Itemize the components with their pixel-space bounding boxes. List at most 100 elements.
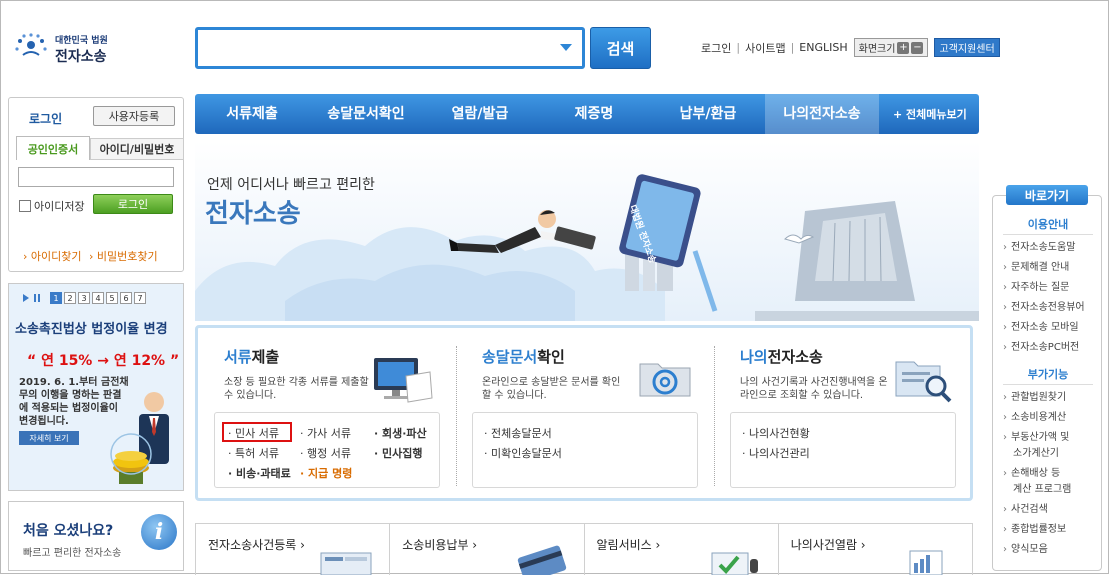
quick-item[interactable]: 전자소송도움말 (1003, 240, 1075, 256)
pager-dot[interactable]: 6 (120, 292, 132, 304)
link-family-documents[interactable]: · 가사 서류 (300, 425, 351, 441)
pause-icon[interactable] (34, 294, 40, 302)
tile-case-registration[interactable]: 전자소송사건등록 › (196, 524, 391, 575)
zoom-out-icon[interactable]: − (911, 41, 924, 54)
link-patent-documents[interactable]: · 특허 서류 (228, 445, 279, 461)
play-icon[interactable] (23, 294, 29, 302)
pager-dot[interactable]: 4 (92, 292, 104, 304)
quick-links-box: 이용안내 전자소송도움말 문제해결 안내 자주하는 질문 전자소송전용뷰어 전자… (992, 195, 1102, 571)
zoom-label: 화면크기 (858, 44, 896, 55)
quick-item[interactable]: 전자소송 모바일 (1003, 320, 1079, 336)
login-title: 로그인 (29, 112, 63, 126)
quick-item[interactable]: 종합법률정보 (1003, 522, 1066, 538)
quick-item[interactable]: 자주하는 질문 (1003, 280, 1069, 296)
link-civil-documents[interactable]: · 민사 서류 (228, 425, 279, 441)
hero-tagline: 언제 어디서나 빠르고 편리한 (207, 177, 375, 193)
link-separator: | (790, 41, 795, 54)
folder-search-icon (895, 361, 952, 403)
hero-title: 전자소송 (205, 199, 301, 229)
calendar-check-icon (711, 552, 758, 575)
link-my-case-status[interactable]: · 나의사건현황 (742, 425, 810, 441)
welcome-subtitle: 빠르고 편리한 전자소송 (23, 548, 122, 559)
pager-dot[interactable]: 1 (50, 292, 62, 304)
quick-item[interactable]: 전자소송전용뷰어 (1003, 300, 1085, 316)
sitemap-link[interactable]: 사이트맵 (745, 40, 785, 56)
pager-dot[interactable]: 5 (106, 292, 118, 304)
link-separator: | (736, 41, 741, 54)
details-button[interactable]: 자세히 보기 (19, 431, 79, 445)
find-password-link[interactable]: › 비밀번호찾기 (89, 248, 158, 264)
document-chart-icon (909, 550, 943, 575)
quick-item-continued[interactable]: 계산 프로그램 (1003, 482, 1071, 498)
nav-delivery-check[interactable]: 송달문서확인 (309, 94, 423, 134)
quick-item[interactable]: 문제해결 안내 (1003, 260, 1069, 276)
quick-item[interactable]: 소송비용계산 (1003, 410, 1066, 426)
nav-my-lawsuit[interactable]: 나의전자소송 (765, 94, 879, 134)
service-my-lawsuit: 나의전자소송 나의 사건기록과 사건진행내역을 온라인으로 조회할 수 있습니다… (714, 328, 972, 498)
link-payment-order[interactable]: · 지급 명령 (300, 465, 352, 481)
login-link[interactable]: 로그인 (701, 40, 731, 56)
quick-item[interactable]: 관할법원찾기 (1003, 390, 1066, 406)
divider (1003, 384, 1093, 385)
service-title[interactable]: 나의전자소송 (740, 346, 823, 367)
computer-document-icon (374, 358, 433, 403)
link-civil-execution[interactable]: · 민사집행 (374, 445, 423, 461)
zoom-control: 화면크기 + − (853, 38, 929, 57)
welcome-box[interactable]: 처음 오셨나요? 빠르고 편리한 전자소송 i (8, 501, 184, 571)
service-title[interactable]: 서류제출 (224, 346, 279, 367)
login-panel: 로그인 사용자등록 공인인증서 아이디/비밀번호 아이디저장 로그인 › 아이디… (8, 97, 184, 272)
nav-certificates[interactable]: 제증명 (537, 94, 651, 134)
quick-item[interactable]: 부동산가액 및 (1003, 430, 1069, 446)
link-unconfirmed-delivered[interactable]: · 미확인송달문서 (484, 445, 562, 461)
pager-dot[interactable]: 7 (134, 292, 146, 304)
certificate-input[interactable] (18, 167, 174, 187)
login-button[interactable]: 로그인 (93, 194, 173, 214)
tile-case-view[interactable]: 나의사건열람 › (779, 524, 972, 575)
court-logo[interactable]: 대한민국 법원 전자소송 (13, 29, 123, 69)
dropdown-arrow-icon[interactable] (560, 44, 572, 51)
support-center-button[interactable]: 고객지원센터 (934, 38, 1000, 57)
zoom-in-icon[interactable]: + (897, 41, 910, 54)
tab-certificate[interactable]: 공인인증서 (16, 136, 90, 160)
tile-fee-payment[interactable]: 소송비용납부 › (390, 524, 585, 575)
search-input[interactable] (198, 30, 548, 64)
quick-item[interactable]: 사건검색 (1003, 502, 1048, 518)
nav-payment-refund[interactable]: 납부/환급 (651, 94, 765, 134)
save-id-label: 아이디저장 (34, 200, 85, 213)
nav-document-submit[interactable]: 서류제출 (195, 94, 309, 134)
businessman-coins-icon (110, 392, 169, 484)
register-button[interactable]: 사용자등록 (93, 106, 175, 126)
quick-item[interactable]: 전자소송PC버전 (1003, 340, 1079, 356)
nav-view-issue[interactable]: 열람/발급 (423, 94, 537, 134)
services-panel: 서류제출 소장 등 필요한 각종 서류를 제출할 수 있습니다. · 민사 서류… (195, 325, 973, 501)
search-button[interactable]: 검색 (590, 27, 651, 69)
pager-dot[interactable]: 3 (78, 292, 90, 304)
divider (1003, 234, 1093, 235)
link-admin-documents[interactable]: · 행정 서류 (300, 445, 351, 461)
service-title[interactable]: 송달문서확인 (482, 346, 565, 367)
english-link[interactable]: ENGLISH (799, 41, 847, 54)
link-my-case-manage[interactable]: · 나의사건관리 (742, 445, 810, 461)
tile-label: 전자소송사건등록 › (208, 538, 305, 552)
screen-icon (320, 552, 372, 575)
tab-id-password[interactable]: 아이디/비밀번호 (90, 138, 184, 160)
quick-item[interactable]: 양식모음 (1003, 542, 1048, 558)
save-id-checkbox[interactable]: 아이디저장 (19, 198, 85, 214)
quick-item-continued[interactable]: 소가계산기 (1003, 446, 1059, 462)
main-nav: 서류제출 송달문서확인 열람/발급 제증명 납부/환급 나의전자소송 + 전체메… (195, 94, 979, 134)
notice-title: 소송촉진법상 법정이율 변경 (15, 322, 168, 337)
quick-item[interactable]: 손해배상 등 (1003, 466, 1060, 482)
checkbox-icon[interactable] (19, 200, 31, 212)
logo-subtitle: 대한민국 법원 (55, 36, 108, 46)
service-delivery-check: 송달문서확인 온라인으로 송달받은 문서를 확인 할 수 있습니다. · 전체송… (456, 328, 714, 498)
link-non-litigation[interactable]: · 비송·과태료 (228, 465, 291, 481)
find-id-link[interactable]: › 아이디찾기 (23, 248, 82, 264)
pager-dot[interactable]: 2 (64, 292, 76, 304)
search-box[interactable] (195, 27, 585, 69)
tile-notification-service[interactable]: 알림서비스 › (585, 524, 779, 575)
welcome-title: 처음 오셨나요? (23, 523, 114, 539)
link-all-delivered[interactable]: · 전체송달문서 (484, 425, 552, 441)
all-menu-link[interactable]: + 전체메뉴보기 (893, 106, 967, 122)
quick-links-header: 바로가기 (1006, 185, 1088, 205)
link-bankruptcy[interactable]: · 회생·파산 (374, 425, 427, 441)
